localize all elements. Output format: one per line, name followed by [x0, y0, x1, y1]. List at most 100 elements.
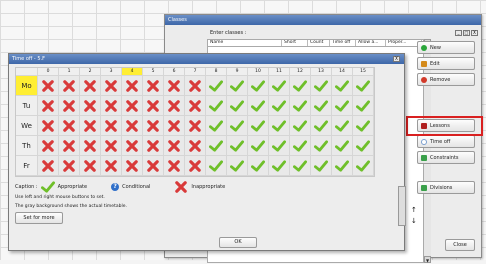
classes-list-lower-scroll[interactable]: [398, 186, 406, 226]
maximize-button[interactable]: □: [463, 30, 470, 36]
time-slot-cell[interactable]: [290, 76, 311, 96]
time-slot-cell[interactable]: [269, 156, 290, 176]
day-header-mo[interactable]: Mo: [16, 76, 38, 96]
time-slot-cell[interactable]: [38, 76, 59, 96]
close-button[interactable]: Close: [445, 239, 475, 251]
time-slot-cell[interactable]: [311, 116, 332, 136]
time-slot-cell[interactable]: [248, 136, 269, 156]
period-header-6[interactable]: 6: [164, 68, 185, 76]
time-slot-cell[interactable]: [38, 96, 59, 116]
time-slot-cell[interactable]: [143, 96, 164, 116]
time-slot-cell[interactable]: [227, 116, 248, 136]
time-slot-cell[interactable]: [101, 76, 122, 96]
constraints-button[interactable]: Constraints: [417, 151, 475, 164]
time-slot-cell[interactable]: [269, 76, 290, 96]
time-slot-cell[interactable]: [185, 136, 206, 156]
period-header-11[interactable]: 11: [269, 68, 290, 76]
time-slot-cell[interactable]: [164, 156, 185, 176]
time-slot-cell[interactable]: [290, 136, 311, 156]
time-slot-cell[interactable]: [59, 116, 80, 136]
period-header-1[interactable]: 1: [59, 68, 80, 76]
time-slot-cell[interactable]: [38, 156, 59, 176]
period-header-9[interactable]: 9: [227, 68, 248, 76]
time-slot-cell[interactable]: [248, 156, 269, 176]
minimize-button[interactable]: _: [455, 30, 462, 36]
column-allow[interactable]: Allow a...: [356, 40, 386, 46]
divisions-button[interactable]: Divisions: [417, 181, 475, 194]
time-slot-cell[interactable]: [143, 156, 164, 176]
time-slot-cell[interactable]: [332, 156, 353, 176]
ok-button[interactable]: OK: [219, 237, 257, 248]
close-window-button[interactable]: X: [471, 30, 478, 36]
time-slot-cell[interactable]: [353, 76, 374, 96]
time-slot-cell[interactable]: [311, 156, 332, 176]
time-slot-cell[interactable]: [122, 156, 143, 176]
time-slot-cell[interactable]: [101, 96, 122, 116]
time-slot-cell[interactable]: [248, 76, 269, 96]
time-slot-cell[interactable]: [332, 116, 353, 136]
time-slot-cell[interactable]: [80, 156, 101, 176]
time-slot-cell[interactable]: [164, 96, 185, 116]
new-button[interactable]: New: [417, 41, 475, 54]
time-slot-cell[interactable]: [164, 136, 185, 156]
day-header-we[interactable]: We: [16, 116, 38, 136]
time-slot-cell[interactable]: [269, 96, 290, 116]
period-header-13[interactable]: 13: [311, 68, 332, 76]
time-slot-cell[interactable]: [353, 116, 374, 136]
time-slot-cell[interactable]: [122, 76, 143, 96]
time-slot-cell[interactable]: [332, 136, 353, 156]
day-header-th[interactable]: Th: [16, 136, 38, 156]
time-slot-cell[interactable]: [227, 96, 248, 116]
period-header-14[interactable]: 14: [332, 68, 353, 76]
time-slot-cell[interactable]: [122, 136, 143, 156]
period-header-4[interactable]: 4: [122, 68, 143, 76]
move-down-arrow-icon[interactable]: ↓: [411, 218, 417, 225]
time-slot-cell[interactable]: [206, 156, 227, 176]
period-header-8[interactable]: 8: [206, 68, 227, 76]
time-slot-cell[interactable]: [311, 96, 332, 116]
time-slot-cell[interactable]: [290, 116, 311, 136]
time-slot-cell[interactable]: [290, 96, 311, 116]
time-slot-cell[interactable]: [227, 76, 248, 96]
time-slot-cell[interactable]: [269, 116, 290, 136]
column-short[interactable]: Short: [282, 40, 308, 46]
set-for-more-button[interactable]: Set for more: [15, 212, 63, 224]
time-slot-cell[interactable]: [101, 136, 122, 156]
time-slot-cell[interactable]: [227, 136, 248, 156]
time-slot-cell[interactable]: [164, 116, 185, 136]
time-slot-cell[interactable]: [101, 156, 122, 176]
time-slot-cell[interactable]: [80, 136, 101, 156]
time-slot-cell[interactable]: [80, 96, 101, 116]
time-slot-cell[interactable]: [185, 116, 206, 136]
period-header-3[interactable]: 3: [101, 68, 122, 76]
time-slot-cell[interactable]: [80, 76, 101, 96]
time-slot-cell[interactable]: [248, 116, 269, 136]
time-slot-cell[interactable]: [269, 136, 290, 156]
time-slot-cell[interactable]: [290, 156, 311, 176]
time-slot-cell[interactable]: [311, 136, 332, 156]
period-header-10[interactable]: 10: [248, 68, 269, 76]
time-off-button[interactable]: Time off: [417, 135, 475, 148]
time-slot-cell[interactable]: [143, 116, 164, 136]
period-header-0[interactable]: 0: [38, 68, 59, 76]
time-slot-cell[interactable]: [38, 136, 59, 156]
time-slot-cell[interactable]: [185, 96, 206, 116]
time-slot-cell[interactable]: [206, 116, 227, 136]
time-slot-cell[interactable]: [122, 116, 143, 136]
time-slot-cell[interactable]: [143, 136, 164, 156]
time-slot-cell[interactable]: [59, 136, 80, 156]
edit-button[interactable]: Edit: [417, 57, 475, 70]
time-slot-cell[interactable]: [59, 156, 80, 176]
time-slot-cell[interactable]: [38, 116, 59, 136]
time-slot-cell[interactable]: [353, 136, 374, 156]
time-slot-cell[interactable]: [164, 76, 185, 96]
column-count[interactable]: Count: [308, 40, 330, 46]
time-slot-cell[interactable]: [311, 76, 332, 96]
move-up-arrow-icon[interactable]: ↑: [411, 207, 417, 214]
time-slot-cell[interactable]: [206, 136, 227, 156]
time-slot-cell[interactable]: [353, 156, 374, 176]
time-slot-cell[interactable]: [332, 76, 353, 96]
time-slot-cell[interactable]: [332, 96, 353, 116]
period-header-2[interactable]: 2: [80, 68, 101, 76]
time-slot-cell[interactable]: [59, 96, 80, 116]
